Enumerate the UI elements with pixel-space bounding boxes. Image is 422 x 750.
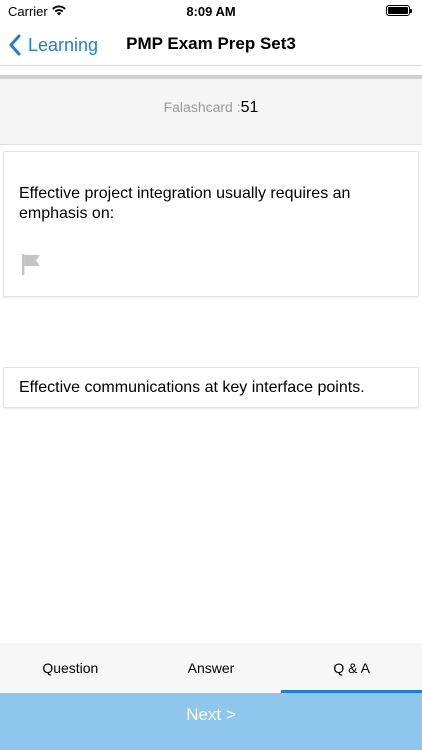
flashcard-counter-label: Falashcard : (163, 99, 241, 115)
tab-answer[interactable]: Answer (141, 643, 282, 693)
flashcard-counter: Falashcard :51 (0, 99, 422, 117)
question-text: Effective project integration usually re… (19, 185, 351, 222)
tab-bar: Question Answer Q & A (0, 643, 422, 693)
page-title: PMP Exam Prep Set3 (126, 34, 296, 53)
next-button[interactable]: Next > (0, 693, 422, 750)
navigation-bar: Learning PMP Exam Prep Set3 (0, 24, 422, 66)
answer-card: Effective communications at key interfac… (3, 367, 419, 408)
tab-question[interactable]: Question (0, 643, 141, 693)
status-time: 8:09 AM (186, 4, 236, 19)
flashcard-counter-panel: Falashcard :51 (0, 79, 422, 145)
question-card: Effective project integration usually re… (3, 151, 419, 297)
flag-icon[interactable] (18, 252, 42, 276)
battery-icon (386, 5, 412, 16)
tab-q-and-a[interactable]: Q & A (281, 643, 422, 693)
status-bar: Carrier 8:09 AM (0, 0, 422, 24)
answer-text: Effective communications at key interfac… (19, 379, 365, 396)
flashcard-counter-value: 51 (240, 99, 259, 116)
